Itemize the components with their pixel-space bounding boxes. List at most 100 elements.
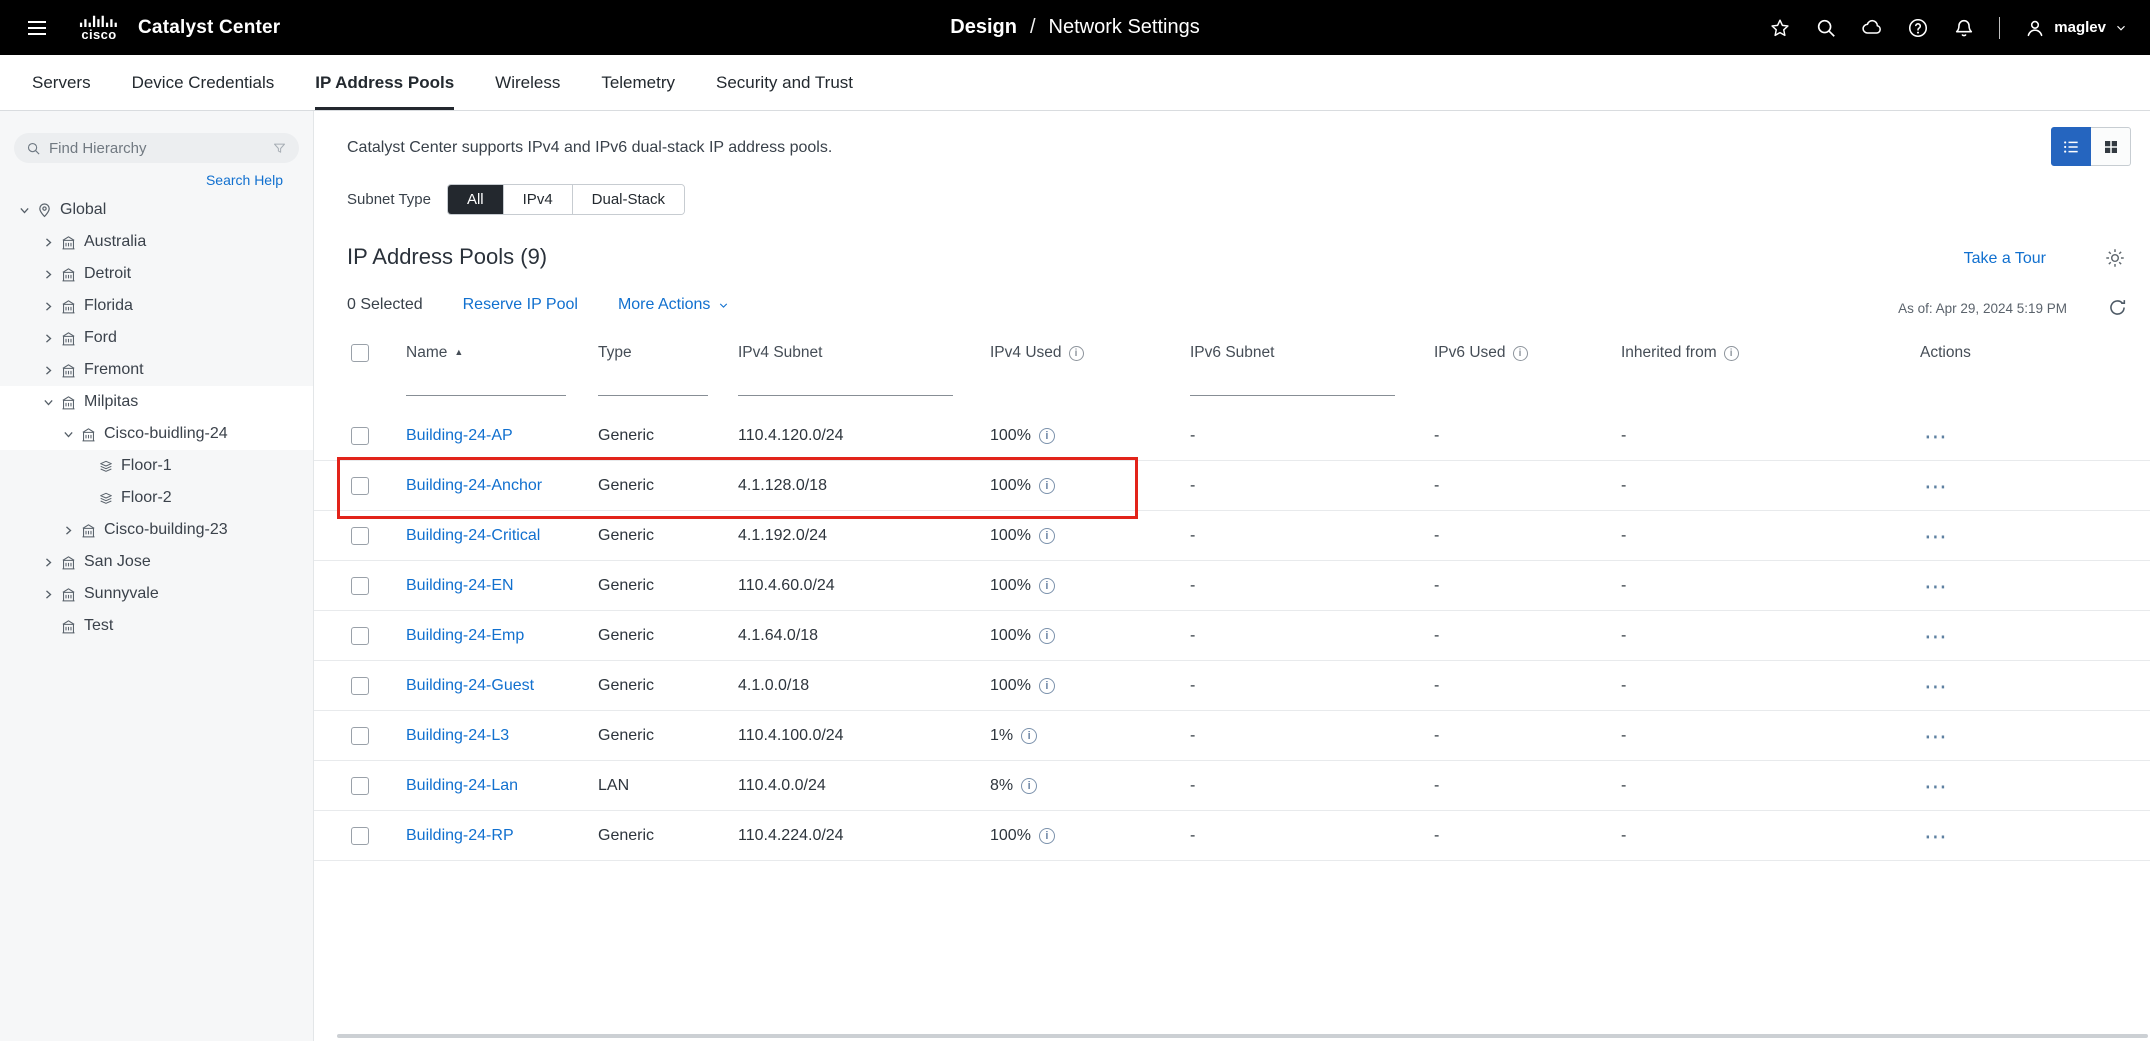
chevron-right-icon[interactable]: [38, 556, 58, 569]
row-actions-ellipsis-icon[interactable]: [1920, 781, 1951, 791]
more-actions-dropdown[interactable]: More Actions: [618, 296, 730, 314]
tree-item-fremont[interactable]: Fremont: [0, 354, 313, 386]
chevron-down-icon[interactable]: [38, 396, 58, 409]
tree-item-test[interactable]: Test: [0, 610, 313, 642]
tree-item-floor-1[interactable]: Floor-1: [0, 450, 313, 482]
help-icon[interactable]: [1907, 17, 1929, 39]
tree-item-australia[interactable]: Australia: [0, 226, 313, 258]
column-header-name[interactable]: Name: [398, 344, 590, 362]
filter-name-input[interactable]: [406, 370, 566, 396]
pool-name-link[interactable]: Building-24-Emp: [406, 627, 524, 645]
info-icon[interactable]: [1039, 828, 1055, 844]
pool-name-link[interactable]: Building-24-EN: [406, 577, 514, 595]
tree-item-ford[interactable]: Ford: [0, 322, 313, 354]
chevron-right-icon[interactable]: [38, 364, 58, 377]
tab-wireless[interactable]: Wireless: [495, 55, 560, 110]
tab-telemetry[interactable]: Telemetry: [601, 55, 675, 110]
chevron-right-icon[interactable]: [38, 236, 58, 249]
row-checkbox[interactable]: [351, 527, 369, 545]
info-icon[interactable]: [1039, 478, 1055, 494]
row-actions-ellipsis-icon[interactable]: [1920, 431, 1951, 441]
info-icon[interactable]: [1039, 628, 1055, 644]
row-actions-ellipsis-icon[interactable]: [1920, 631, 1951, 641]
search-help-link[interactable]: Search Help: [14, 163, 299, 190]
settings-gear-icon[interactable]: [2104, 247, 2126, 269]
tree-item-detroit[interactable]: Detroit: [0, 258, 313, 290]
chevron-right-icon[interactable]: [58, 524, 78, 537]
row-checkbox[interactable]: [351, 677, 369, 695]
tree-item-sunnyvale[interactable]: Sunnyvale: [0, 578, 313, 610]
info-icon[interactable]: [1039, 528, 1055, 544]
tab-servers[interactable]: Servers: [32, 55, 91, 110]
info-icon[interactable]: [1021, 728, 1037, 744]
filter-ipv4-subnet-input[interactable]: [738, 370, 953, 396]
tab-device-credentials[interactable]: Device Credentials: [132, 55, 275, 110]
row-checkbox[interactable]: [351, 827, 369, 845]
chevron-down-icon[interactable]: [58, 428, 78, 441]
breadcrumb-design[interactable]: Design: [950, 16, 1017, 39]
row-actions-ellipsis-icon[interactable]: [1920, 531, 1951, 541]
tree-item-global[interactable]: Global: [0, 194, 313, 226]
row-actions-ellipsis-icon[interactable]: [1920, 481, 1951, 491]
row-actions-ellipsis-icon[interactable]: [1920, 581, 1951, 591]
select-all-checkbox[interactable]: [351, 344, 369, 362]
subnet-type-dual-stack[interactable]: Dual-Stack: [572, 185, 684, 214]
horizontal-scrollbar[interactable]: [337, 1034, 2148, 1038]
chevron-right-icon[interactable]: [38, 588, 58, 601]
hierarchy-search-box[interactable]: [14, 133, 299, 163]
tree-item-cisco-buidling-24[interactable]: Cisco-buidling-24: [0, 418, 313, 450]
user-menu[interactable]: maglev: [2024, 17, 2128, 39]
info-icon[interactable]: [1724, 346, 1739, 361]
pool-name-link[interactable]: Building-24-AP: [406, 427, 513, 445]
grid-view-button[interactable]: [2091, 127, 2131, 166]
chevron-down-icon[interactable]: [14, 204, 34, 217]
filter-ipv6-subnet-input[interactable]: [1190, 370, 1395, 396]
row-checkbox[interactable]: [351, 427, 369, 445]
row-checkbox[interactable]: [351, 477, 369, 495]
subnet-type-all[interactable]: All: [448, 185, 503, 214]
tree-item-milpitas[interactable]: Milpitas: [0, 386, 313, 418]
search-icon[interactable]: [1815, 17, 1837, 39]
chevron-right-icon[interactable]: [38, 268, 58, 281]
cloud-icon[interactable]: [1861, 17, 1883, 39]
reserve-ip-pool-link[interactable]: Reserve IP Pool: [463, 296, 578, 314]
pool-name-link[interactable]: Building-24-L3: [406, 727, 509, 745]
star-icon[interactable]: [1769, 17, 1791, 39]
info-icon[interactable]: [1039, 578, 1055, 594]
list-view-button[interactable]: [2051, 127, 2091, 166]
row-actions-ellipsis-icon[interactable]: [1920, 831, 1951, 841]
menu-icon[interactable]: [22, 13, 52, 43]
info-icon[interactable]: [1069, 346, 1084, 361]
filter-funnel-icon[interactable]: [272, 141, 287, 156]
row-actions-ellipsis-icon[interactable]: [1920, 731, 1951, 741]
refresh-icon[interactable]: [2107, 297, 2128, 318]
tab-security-and-trust[interactable]: Security and Trust: [716, 55, 853, 110]
info-icon[interactable]: [1513, 346, 1528, 361]
tree-item-san-jose[interactable]: San Jose: [0, 546, 313, 578]
row-checkbox[interactable]: [351, 577, 369, 595]
row-checkbox[interactable]: [351, 727, 369, 745]
pool-name-link[interactable]: Building-24-Anchor: [406, 477, 542, 495]
table-row: Building-24-Emp Generic 4.1.64.0/18 100%…: [314, 611, 2150, 661]
row-checkbox[interactable]: [351, 777, 369, 795]
row-checkbox[interactable]: [351, 627, 369, 645]
pool-name-link[interactable]: Building-24-Critical: [406, 527, 540, 545]
pool-name-link[interactable]: Building-24-RP: [406, 827, 514, 845]
tab-ip-address-pools[interactable]: IP Address Pools: [315, 55, 454, 110]
notifications-icon[interactable]: [1953, 17, 1975, 39]
tree-item-cisco-building-23[interactable]: Cisco-building-23: [0, 514, 313, 546]
info-icon[interactable]: [1021, 778, 1037, 794]
chevron-right-icon[interactable]: [38, 332, 58, 345]
pool-name-link[interactable]: Building-24-Guest: [406, 677, 534, 695]
subnet-type-ipv4[interactable]: IPv4: [503, 185, 572, 214]
pool-name-link[interactable]: Building-24-Lan: [406, 777, 518, 795]
hierarchy-search-input[interactable]: [49, 140, 264, 157]
tree-item-florida[interactable]: Florida: [0, 290, 313, 322]
row-actions-ellipsis-icon[interactable]: [1920, 681, 1951, 691]
info-icon[interactable]: [1039, 678, 1055, 694]
take-a-tour-link[interactable]: Take a Tour: [1964, 250, 2046, 268]
filter-type-input[interactable]: [598, 370, 708, 396]
info-icon[interactable]: [1039, 428, 1055, 444]
chevron-right-icon[interactable]: [38, 300, 58, 313]
tree-item-floor-2[interactable]: Floor-2: [0, 482, 313, 514]
